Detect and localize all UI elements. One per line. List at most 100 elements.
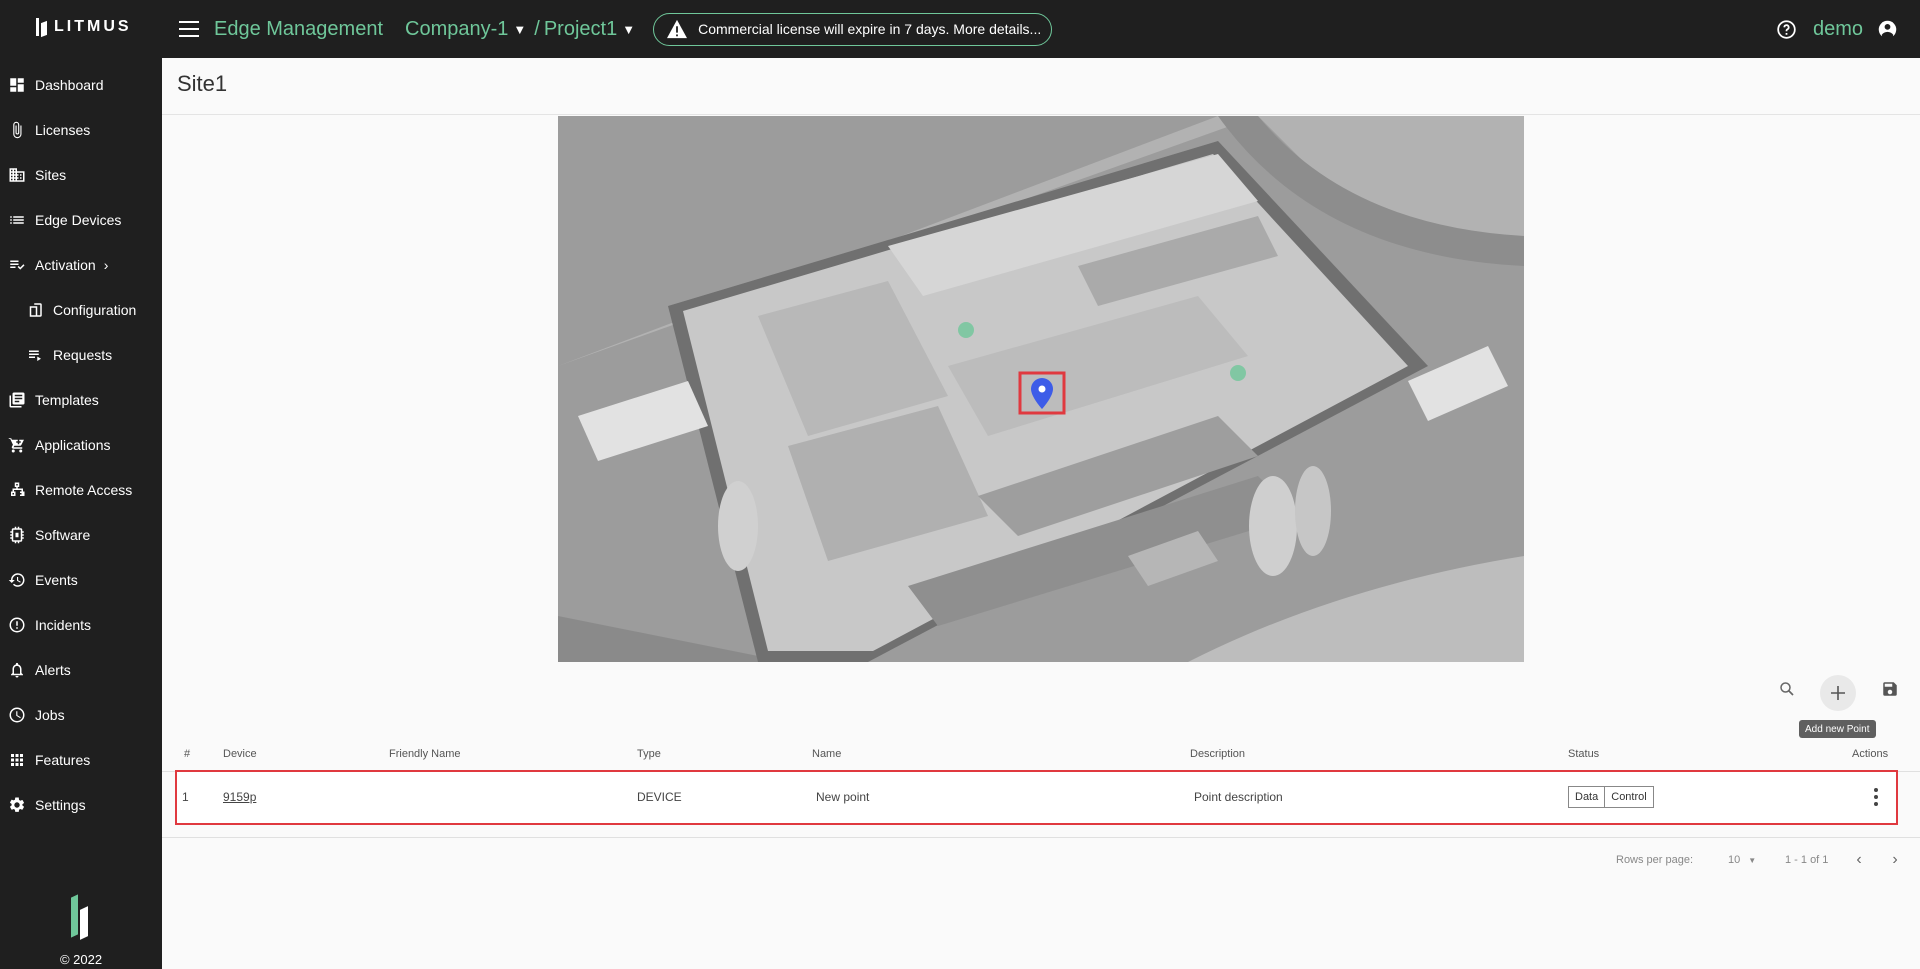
- list-icon: [8, 211, 26, 229]
- alert-circle-icon: [8, 616, 26, 634]
- sidebar-item-software[interactable]: Software: [0, 512, 162, 557]
- sidebar-item-label: Dashboard: [35, 76, 104, 93]
- clock-icon: [8, 706, 26, 724]
- history-icon: [8, 571, 26, 589]
- sidebar-item-label: Software: [35, 526, 91, 543]
- chevron-right-icon[interactable]: ›: [1885, 850, 1905, 870]
- table-header: # Device Friendly Name Type Name Descrip…: [162, 738, 1920, 771]
- logo-text: LITMUS: [54, 18, 132, 35]
- company-selector[interactable]: Company-1: [405, 18, 508, 41]
- sidebar: LITMUS Dashboard Licenses Sites Edge Dev…: [0, 0, 162, 969]
- sidebar-item-activation[interactable]: Activation ›: [0, 242, 162, 287]
- more-vert-icon[interactable]: [1866, 786, 1886, 808]
- bell-icon: [8, 661, 26, 679]
- status-data-button[interactable]: Data: [1568, 786, 1606, 808]
- type-cell: DEVICE: [637, 790, 682, 804]
- sidebar-item-sites[interactable]: Sites: [0, 152, 162, 197]
- device-link[interactable]: 9159p: [223, 772, 256, 823]
- search-icon: [1780, 682, 1794, 696]
- litmus-logo[interactable]: LITMUS: [36, 16, 132, 38]
- checklist-icon: [8, 256, 26, 274]
- column-header-actions: Actions: [1852, 748, 1889, 760]
- license-warning-banner[interactable]: Commercial license will expire in 7 days…: [653, 12, 1053, 46]
- column-header-name[interactable]: Name: [812, 738, 841, 771]
- add-point-tooltip: Add new Point: [1799, 720, 1876, 738]
- sidebar-item-label: Templates: [35, 391, 99, 408]
- sidebar-item-jobs[interactable]: Jobs: [0, 692, 162, 737]
- sidebar-item-label: Jobs: [35, 706, 65, 723]
- litmus-logo-icon: [36, 16, 48, 38]
- project-selector[interactable]: Project1: [544, 18, 617, 41]
- app-title: Edge Management: [214, 17, 384, 40]
- chevron-down-icon[interactable]: ▼: [513, 22, 526, 37]
- row-index: 1: [182, 790, 189, 804]
- floor-plan-image: [558, 116, 1524, 662]
- save-button[interactable]: [1877, 676, 1903, 702]
- rows-per-page-select[interactable]: 10 ▼: [1728, 854, 1756, 866]
- top-right-controls: demo: [1776, 0, 1898, 58]
- breadcrumb-separator: /: [534, 17, 540, 40]
- sidebar-item-edge-devices[interactable]: Edge Devices: [0, 197, 162, 242]
- cart-icon: [8, 436, 26, 454]
- sidebar-item-requests[interactable]: Requests: [0, 332, 162, 377]
- sidebar-item-features[interactable]: Features: [0, 737, 162, 782]
- litmus-mark-icon: [69, 896, 93, 940]
- chevron-right-icon: ›: [103, 256, 109, 273]
- column-header-status: Status: [1568, 748, 1600, 760]
- sidebar-item-events[interactable]: Events: [0, 557, 162, 602]
- requests-icon: [26, 346, 44, 364]
- sidebar-item-label: Applications: [35, 436, 111, 453]
- add-point-button[interactable]: [1820, 675, 1856, 711]
- building-icon: [8, 166, 26, 184]
- sidebar-item-applications[interactable]: Applications: [0, 422, 162, 467]
- sidebar-item-dashboard[interactable]: Dashboard: [0, 62, 162, 107]
- sidebar-item-remote-access[interactable]: Remote Access: [0, 467, 162, 512]
- column-header-type[interactable]: Type: [637, 738, 661, 771]
- breadcrumb: Company-1 ▼ / Project1 ▼: [405, 18, 639, 41]
- dashboard-icon: [8, 76, 26, 94]
- warning-icon: [667, 19, 688, 39]
- chevron-left-icon[interactable]: ‹: [1849, 850, 1869, 870]
- sidebar-item-incidents[interactable]: Incidents: [0, 602, 162, 647]
- rows-per-page-value: 10: [1728, 854, 1741, 866]
- configuration-icon: [26, 301, 44, 319]
- table-row[interactable]: 1 9159p DEVICE New point Point descripti…: [175, 770, 1898, 825]
- sidebar-item-templates[interactable]: Templates: [0, 377, 162, 422]
- sidebar-item-label: Configuration: [53, 301, 137, 318]
- help-icon[interactable]: [1776, 19, 1797, 40]
- user-name[interactable]: demo: [1813, 18, 1863, 41]
- sidebar-item-alerts[interactable]: Alerts: [0, 647, 162, 692]
- pagination-range: 1 - 1 of 1: [1785, 854, 1829, 866]
- status-control-button[interactable]: Control: [1605, 786, 1654, 808]
- sidebar-item-label: Activation: [35, 256, 96, 273]
- sidebar-item-configuration[interactable]: Configuration: [0, 287, 162, 332]
- sidebar-nav: Dashboard Licenses Sites Edge Devices Ac…: [0, 62, 162, 827]
- sidebar-item-label: Edge Devices: [35, 211, 122, 228]
- column-header-index: #: [184, 748, 191, 760]
- chevron-down-icon[interactable]: ▼: [622, 22, 635, 37]
- column-header-device[interactable]: Device: [223, 738, 257, 771]
- sidebar-item-settings[interactable]: Settings: [0, 782, 162, 827]
- sidebar-item-licenses[interactable]: Licenses: [0, 107, 162, 152]
- hamburger-menu-icon[interactable]: [179, 21, 199, 37]
- account-circle-icon[interactable]: [1877, 19, 1898, 40]
- divider: [162, 114, 1920, 115]
- column-header-description[interactable]: Description: [1190, 738, 1245, 771]
- save-icon: [1883, 682, 1897, 696]
- name-cell: New point: [816, 790, 870, 804]
- search-button[interactable]: [1774, 676, 1800, 702]
- sidebar-item-label: Remote Access: [35, 481, 133, 498]
- sidebar-item-label: Features: [35, 751, 91, 768]
- sidebar-item-label: Alerts: [35, 661, 71, 678]
- license-warning-text: Commercial license will expire in 7 days…: [698, 21, 1042, 37]
- sidebar-item-label: Settings: [35, 796, 86, 813]
- site-floor-plan[interactable]: [558, 116, 1524, 662]
- column-header-friendly-name[interactable]: Friendly Name: [389, 738, 461, 771]
- status-toggle-group: Data Control: [1568, 786, 1654, 808]
- grid-icon: [8, 751, 26, 769]
- divider: [162, 837, 1920, 838]
- plus-icon: [1831, 686, 1845, 700]
- gear-icon: [8, 796, 26, 814]
- top-bar: Edge Management Company-1 ▼ / Project1 ▼…: [162, 0, 1920, 58]
- sidebar-item-label: Sites: [35, 166, 67, 183]
